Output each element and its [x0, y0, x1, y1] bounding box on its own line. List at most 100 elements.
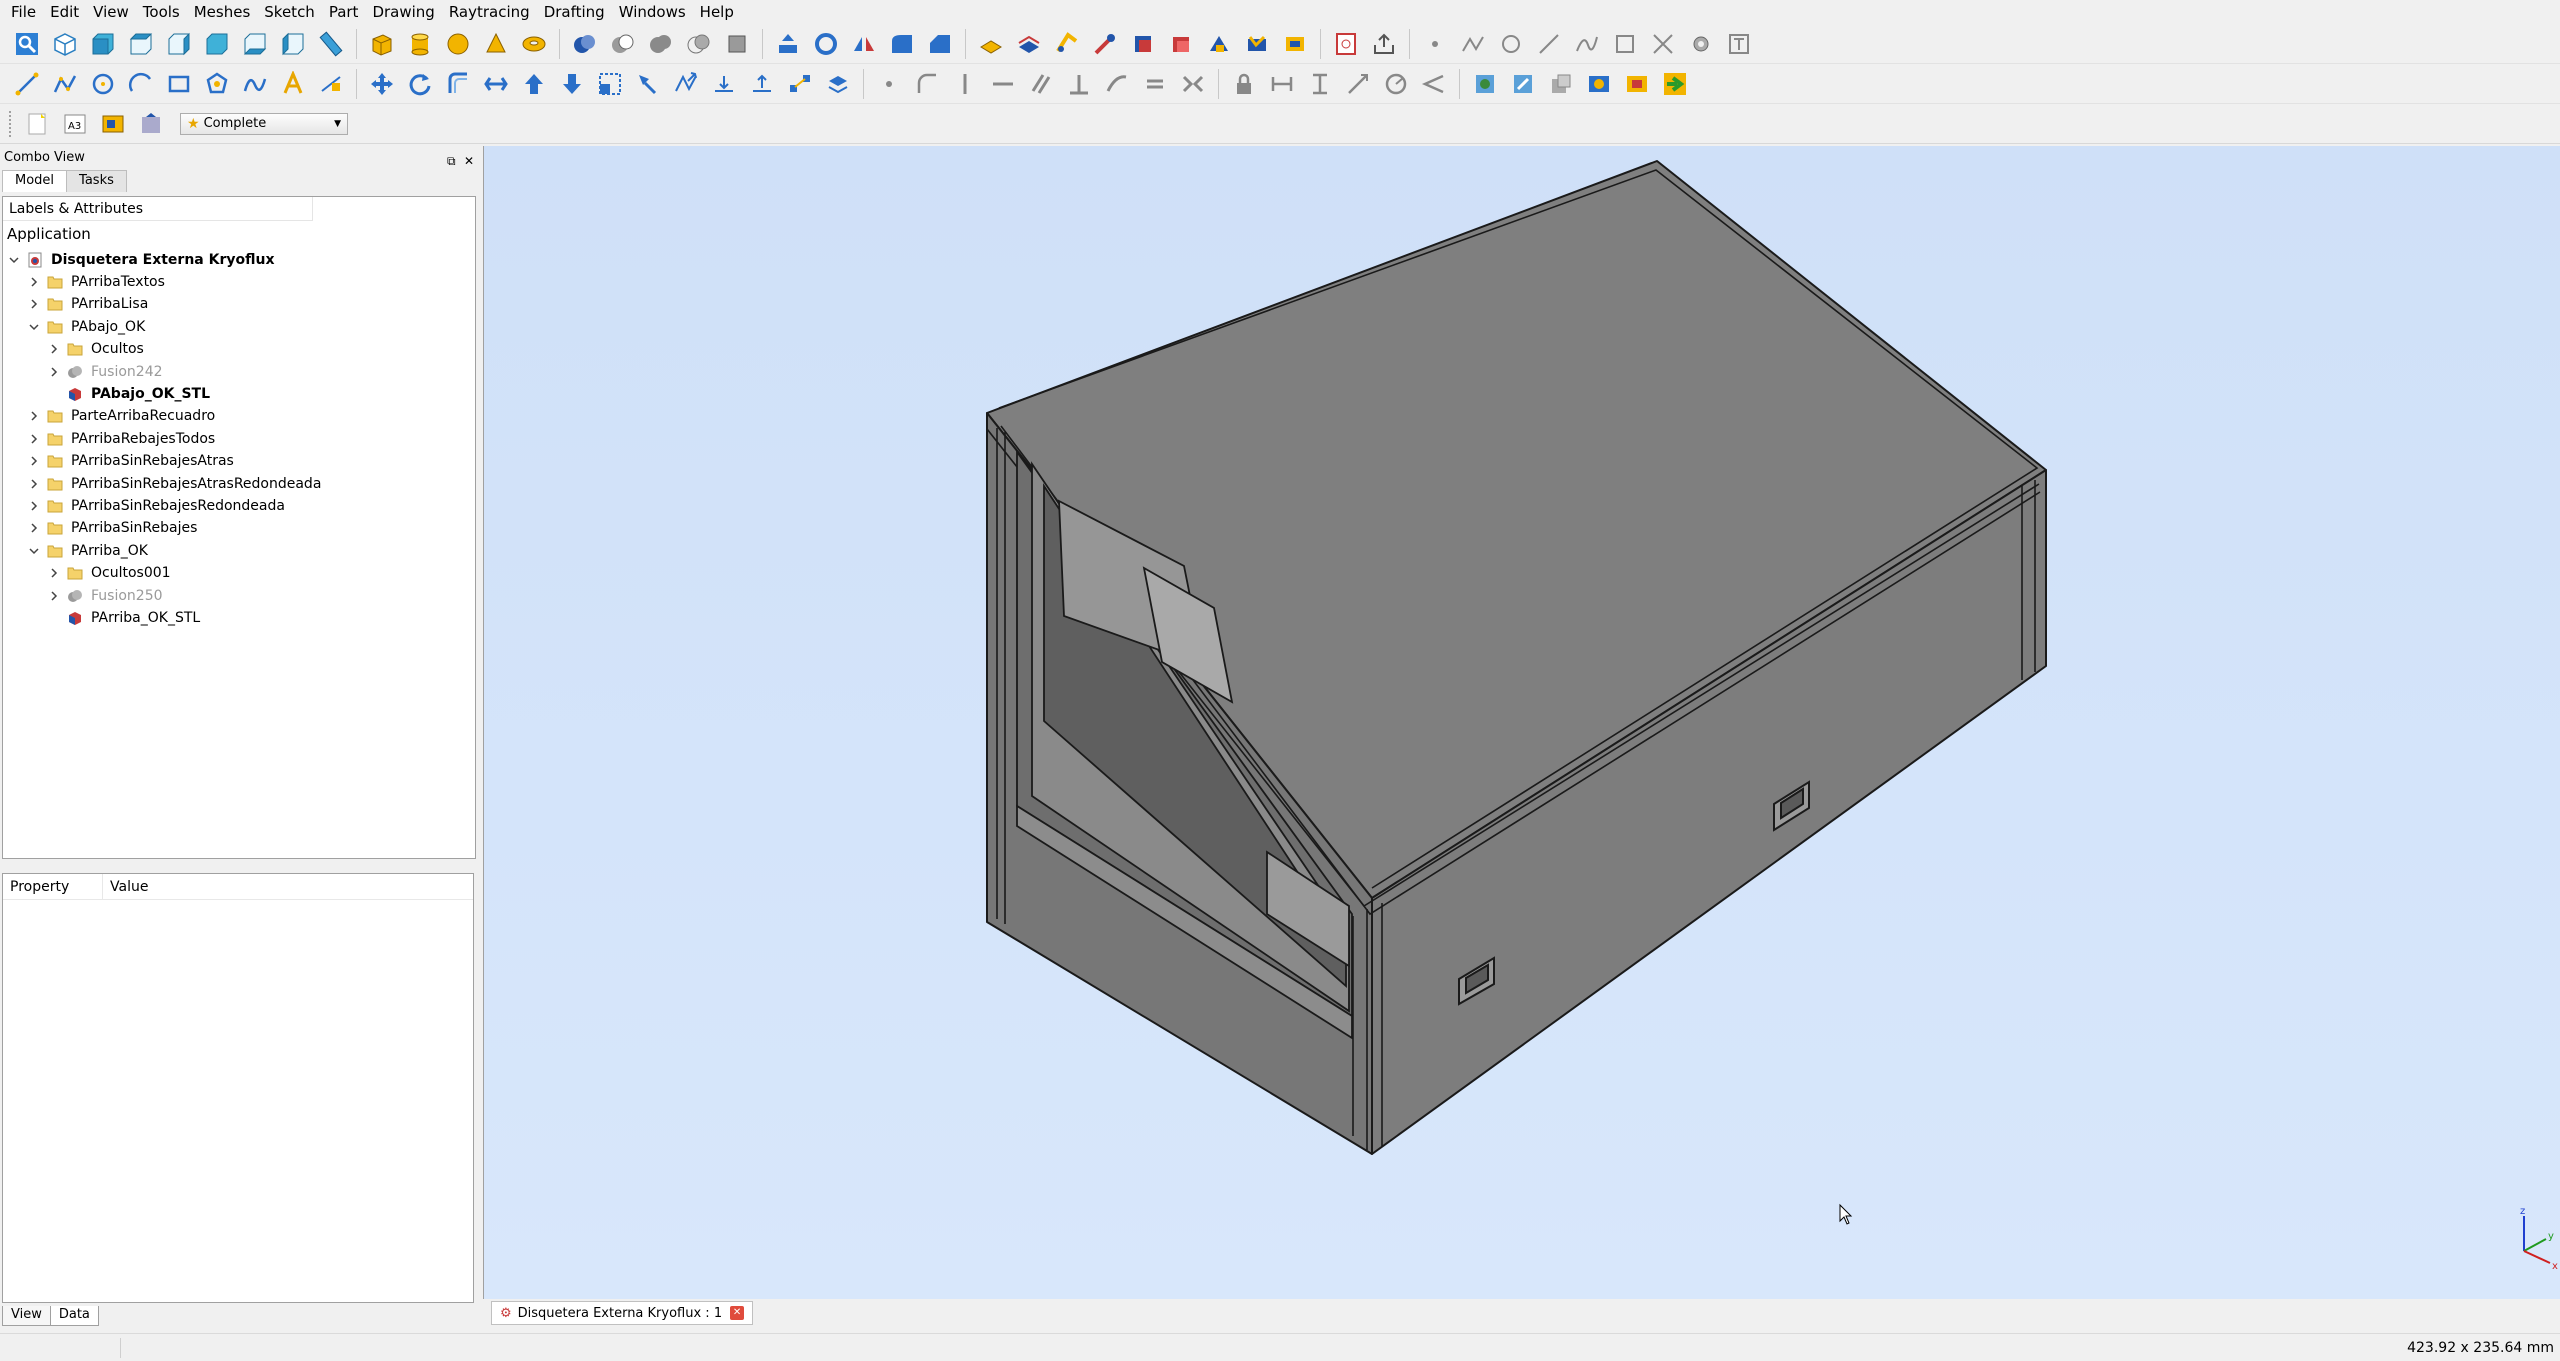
chevron-right-icon[interactable] — [27, 297, 41, 311]
draft-edit-button[interactable] — [631, 67, 665, 101]
part-cone-button[interactable] — [479, 27, 513, 61]
tree-item[interactable]: Ocultos001 — [47, 562, 171, 584]
menu-file[interactable]: File — [4, 0, 43, 24]
common-button[interactable] — [682, 27, 716, 61]
view-right-button[interactable] — [162, 27, 196, 61]
chevron-right-icon[interactable] — [47, 589, 61, 603]
chevron-right-icon[interactable] — [27, 275, 41, 289]
mirror-button[interactable] — [847, 27, 881, 61]
draft-draft2sketch-button[interactable] — [745, 67, 779, 101]
chevron-right-icon[interactable] — [27, 432, 41, 446]
shell-button[interactable] — [1164, 27, 1198, 61]
tab-view[interactable]: View — [2, 1306, 51, 1326]
draft-line-button[interactable] — [10, 67, 44, 101]
constraint-vertical-button[interactable] — [948, 67, 982, 101]
chevron-right-icon[interactable] — [47, 566, 61, 580]
draft-move-button[interactable] — [365, 67, 399, 101]
constraint-equal-button[interactable] — [1138, 67, 1172, 101]
tree-item[interactable]: PArribaLisa — [27, 293, 148, 315]
model-tree[interactable]: Labels & Attributes Application Disquete… — [2, 196, 476, 859]
extrude-button[interactable] — [771, 27, 805, 61]
chevron-down-icon[interactable] — [7, 253, 21, 267]
shape-string-button[interactable] — [1722, 27, 1756, 61]
draft-rotate-button[interactable] — [403, 67, 437, 101]
chevron-down-icon[interactable] — [27, 544, 41, 558]
chevron-right-icon[interactable] — [27, 477, 41, 491]
insert-view-button[interactable] — [96, 107, 130, 141]
close-panel-icon[interactable]: ✕ — [464, 149, 474, 173]
menu-sketch[interactable]: Sketch — [257, 0, 322, 24]
view-axo-button[interactable] — [48, 27, 82, 61]
3d-model-canvas[interactable]: z y x — [484, 146, 2560, 1299]
tree-item[interactable]: PArribaSinRebajes — [27, 517, 197, 539]
loft-button[interactable] — [1202, 27, 1236, 61]
view-rear-button[interactable] — [200, 27, 234, 61]
menu-drawing[interactable]: Drawing — [365, 0, 441, 24]
menu-view[interactable]: View — [86, 0, 136, 24]
sketch-arc-button[interactable] — [910, 67, 944, 101]
boolean-button[interactable] — [568, 27, 602, 61]
tree-item[interactable]: PArribaRebajesTodos — [27, 428, 215, 450]
constraint-radius-button[interactable] — [1379, 67, 1413, 101]
line-button[interactable] — [1532, 27, 1566, 61]
chevron-right-icon[interactable] — [27, 499, 41, 513]
menu-windows[interactable]: Windows — [612, 0, 693, 24]
draft-offset-button[interactable] — [441, 67, 475, 101]
draft-trimex-button[interactable] — [479, 67, 513, 101]
tree-item[interactable]: PArribaSinRebajesAtrasRedondeada — [27, 473, 321, 495]
chevron-down-icon[interactable] — [27, 320, 41, 334]
draft-bspline-button[interactable] — [238, 67, 272, 101]
rectangle-button[interactable] — [1608, 27, 1642, 61]
raytracing-new-button[interactable] — [1468, 67, 1502, 101]
constraint-perpendicular-button[interactable] — [1062, 67, 1096, 101]
constraint-symmetric-button[interactable] — [1176, 67, 1210, 101]
section-button[interactable] — [974, 27, 1008, 61]
export-page-button[interactable] — [1367, 27, 1401, 61]
compound-button[interactable] — [720, 27, 754, 61]
drawing-page-button[interactable] — [1329, 27, 1363, 61]
tree-item[interactable]: PArribaSinRebajesAtras — [27, 450, 234, 472]
constraint-tangent-button[interactable] — [1100, 67, 1134, 101]
trim-button[interactable] — [1646, 27, 1680, 61]
shape-builder-button[interactable] — [1088, 27, 1122, 61]
draft-rectangle-button[interactable] — [162, 67, 196, 101]
draft-wire-button[interactable] — [48, 67, 82, 101]
tree-item[interactable]: PArriba_OK — [27, 540, 148, 562]
constraint-vdistance-button[interactable] — [1303, 67, 1337, 101]
tree-item[interactable]: Ocultos — [47, 338, 144, 360]
tree-item[interactable]: PArribaTextos — [27, 271, 165, 293]
chamfer-button[interactable] — [923, 27, 957, 61]
draft-upgrade-button[interactable] — [517, 67, 551, 101]
bspline-button[interactable] — [1570, 27, 1604, 61]
tree-item[interactable]: PAbajo_OK_STL — [47, 383, 210, 405]
menu-part[interactable]: Part — [322, 0, 366, 24]
tab-data[interactable]: Data — [49, 1306, 99, 1326]
gear-tool-button[interactable] — [1684, 27, 1718, 61]
raytracing-go-button[interactable] — [1658, 67, 1692, 101]
constraint-parallel-button[interactable] — [1024, 67, 1058, 101]
draft-polygon-button[interactable] — [200, 67, 234, 101]
draft-wire2spline-button[interactable] — [669, 67, 703, 101]
draft-dimension-button[interactable] — [314, 67, 348, 101]
chevron-right-icon[interactable] — [47, 342, 61, 356]
menu-raytracing[interactable]: Raytracing — [442, 0, 537, 24]
offset-button[interactable] — [1050, 27, 1084, 61]
tree-item[interactable]: PAbajo_OK — [27, 316, 145, 338]
view-front-button[interactable] — [86, 27, 120, 61]
workbench-selector[interactable]: ★ Complete ▼ — [180, 112, 348, 135]
raytracing-export-button[interactable] — [1506, 67, 1540, 101]
thickness-button[interactable] — [1278, 27, 1312, 61]
tree-item[interactable]: PArriba_OK_STL — [47, 607, 200, 629]
draft-arc-button[interactable] — [124, 67, 158, 101]
draft-downgrade-button[interactable] — [555, 67, 589, 101]
document-tab[interactable]: ⚙ Disquetera Externa Kryoflux : 1 ✕ — [491, 1301, 754, 1325]
view-left-button[interactable] — [276, 27, 310, 61]
new-drawing-button[interactable] — [20, 107, 54, 141]
revolve-button[interactable] — [809, 27, 843, 61]
tree-item[interactable]: Fusion250 — [47, 585, 163, 607]
part-box-button[interactable] — [365, 27, 399, 61]
menu-help[interactable]: Help — [693, 0, 741, 24]
circle-button[interactable] — [1494, 27, 1528, 61]
chevron-right-icon[interactable] — [27, 454, 41, 468]
chevron-right-icon[interactable] — [47, 365, 61, 379]
